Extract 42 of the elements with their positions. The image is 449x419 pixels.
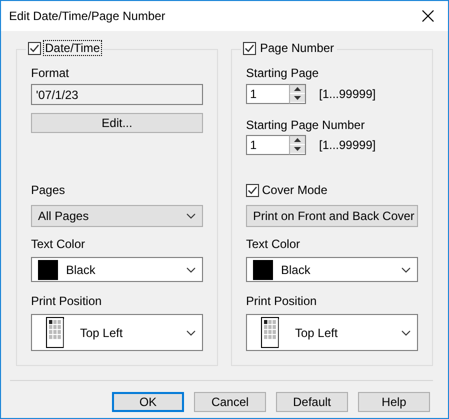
field-label: Text Color (31, 237, 86, 251)
spin-buttons[interactable] (289, 135, 306, 155)
chevron-down-icon (401, 266, 411, 272)
field-label: Print Position (31, 294, 102, 308)
field-label: Text Color (246, 237, 300, 251)
color-dropdown[interactable]: Black (246, 257, 418, 282)
dialog-button[interactable]: Help (358, 392, 430, 412)
cover-mode-dropdown[interactable]: Print on Front and Back Cover (246, 205, 418, 227)
checkbox[interactable] (28, 42, 41, 54)
checkbox-label[interactable]: Cover Mode (262, 183, 328, 197)
down-arrow-icon[interactable] (294, 147, 301, 151)
color-dropdown[interactable]: Black (31, 257, 203, 282)
dialog-button[interactable]: OK (112, 392, 184, 412)
position-dropdown[interactable]: Top Left (246, 314, 418, 351)
chevron-down-icon (186, 330, 196, 336)
number-field[interactable]: 1 (246, 135, 289, 155)
field-label: Starting Page (246, 66, 319, 80)
field-label: Print Position (246, 294, 317, 308)
position-dropdown[interactable]: Top Left (31, 314, 203, 351)
field-label: Pages (31, 183, 66, 197)
number-field[interactable]: 1 (246, 84, 289, 104)
field-label: Format (31, 66, 70, 80)
dialog-button[interactable]: Default (276, 392, 348, 412)
chevron-down-icon (186, 266, 196, 272)
chevron-down-icon (186, 213, 196, 219)
field-label: Starting Page Number (246, 118, 365, 132)
chevron-down-icon (401, 330, 411, 336)
dialog-button[interactable]: Cancel (194, 392, 266, 412)
edit-button[interactable]: Edit... (31, 113, 203, 133)
spin-buttons[interactable] (289, 84, 306, 104)
checkbox[interactable] (246, 184, 259, 196)
window-title: Edit Date/Time/Page Number (9, 9, 166, 23)
checkbox[interactable] (243, 42, 256, 54)
up-arrow-icon[interactable] (294, 138, 301, 142)
range-text: [1...99999] (319, 138, 376, 152)
pages-dropdown[interactable]: All Pages (31, 205, 203, 227)
range-text: [1...99999] (319, 87, 376, 101)
format-field[interactable]: '07/1/23 (31, 84, 203, 105)
page-position-icon (46, 317, 64, 348)
up-arrow-icon[interactable] (294, 87, 301, 91)
down-arrow-icon[interactable] (294, 96, 301, 100)
page-position-icon (261, 317, 279, 348)
